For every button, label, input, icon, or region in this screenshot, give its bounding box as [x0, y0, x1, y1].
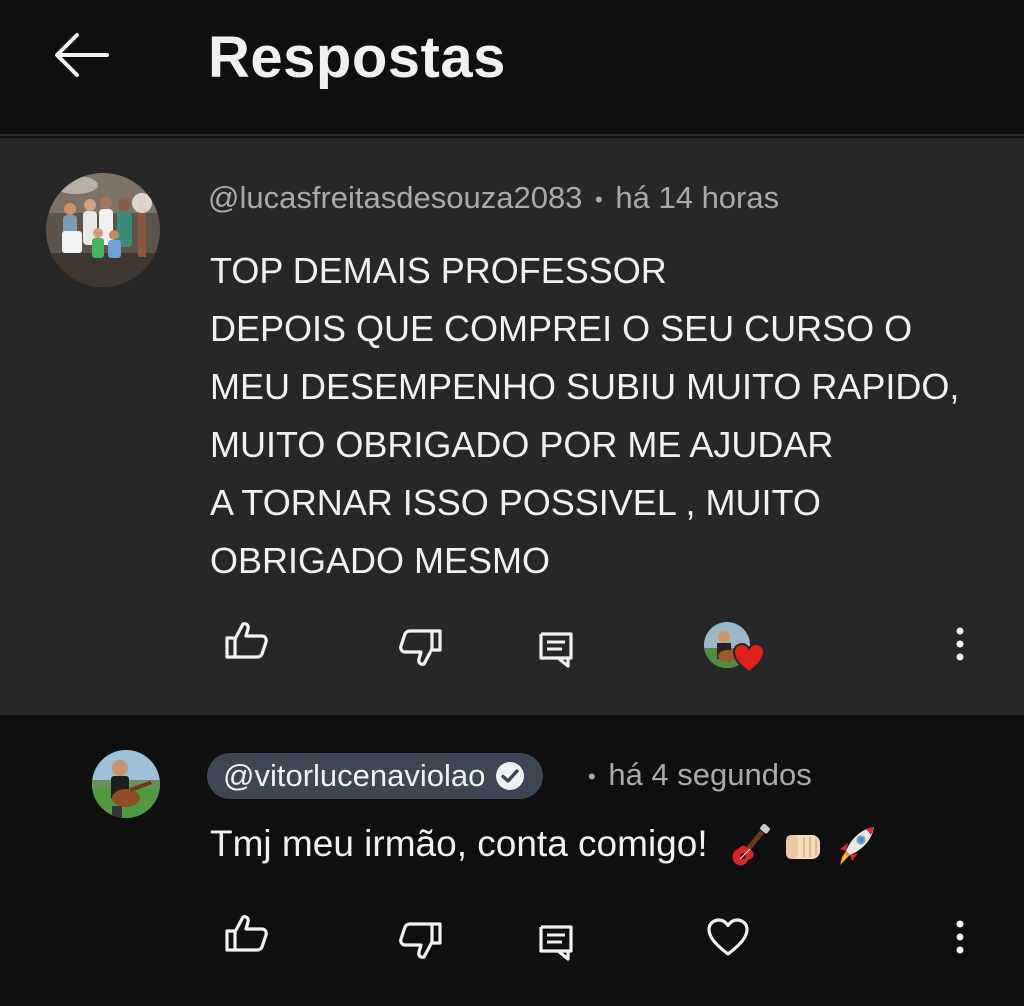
reply-comment: @vitorlucenaviolao • há 4 segundos Tmj m…: [0, 715, 1024, 1006]
reply-icon: [539, 632, 573, 668]
reply-author: @vitorlucenaviolao: [223, 758, 486, 793]
emoji-group: [728, 823, 878, 869]
avatar[interactable]: [46, 173, 160, 287]
like-icon: [225, 622, 268, 659]
parent-comment: @lucasfreitasdesouza2083 • há 14 horas T…: [0, 138, 1024, 715]
avatar-guitarist-photo: [92, 750, 160, 818]
like-button[interactable]: [218, 905, 274, 961]
comment-author[interactable]: @lucasfreitasdesouza2083: [208, 180, 582, 215]
creator-author-chip[interactable]: @vitorlucenaviolao: [207, 753, 544, 799]
dislike-button[interactable]: [393, 913, 449, 969]
dislike-icon: [399, 922, 442, 959]
reply-time[interactable]: há 4 segundos: [608, 757, 811, 792]
reply-button[interactable]: [528, 915, 584, 971]
comment-meta: @lucasfreitasdesouza2083 • há 14 horas: [208, 180, 779, 216]
reply-text: Tmj meu irmão, conta comigo!: [210, 823, 708, 864]
back-button[interactable]: [50, 26, 112, 84]
heart-outline-icon: [707, 918, 749, 956]
reply-button[interactable]: [528, 622, 584, 678]
fist-bump-emoji: [785, 835, 820, 860]
heart-button[interactable]: [700, 909, 756, 965]
verified-check-icon: [496, 762, 525, 790]
dislike-button[interactable]: [393, 620, 449, 676]
reply-icon: [539, 925, 573, 961]
meta-separator: •: [595, 186, 603, 212]
guitar-emoji: [732, 824, 770, 866]
more-icon: [956, 627, 964, 661]
rocket-emoji: [839, 827, 874, 866]
avatar-family-photo: [46, 173, 160, 287]
reply-meta: • há 4 segundos: [588, 757, 812, 793]
avatar[interactable]: [92, 750, 160, 818]
comment-time[interactable]: há 14 horas: [615, 180, 779, 215]
dislike-icon: [399, 629, 442, 666]
more-options-button[interactable]: [932, 616, 988, 672]
creator-heart[interactable]: [704, 622, 768, 678]
more-icon: [956, 920, 964, 954]
reply-text-line: Tmj meu irmão, conta comigo!: [210, 823, 878, 869]
more-options-button[interactable]: [932, 909, 988, 965]
page-title: Respostas: [208, 25, 506, 90]
top-app-bar: Respostas: [0, 0, 1024, 136]
comment-text: TOP DEMAIS PROFESSOR DEPOIS QUE COMPREI …: [210, 250, 960, 581]
arrow-left-icon: [55, 33, 109, 77]
heart-icon: [732, 642, 766, 674]
like-icon: [225, 915, 268, 952]
like-button[interactable]: [218, 612, 274, 668]
meta-separator: •: [588, 763, 596, 789]
